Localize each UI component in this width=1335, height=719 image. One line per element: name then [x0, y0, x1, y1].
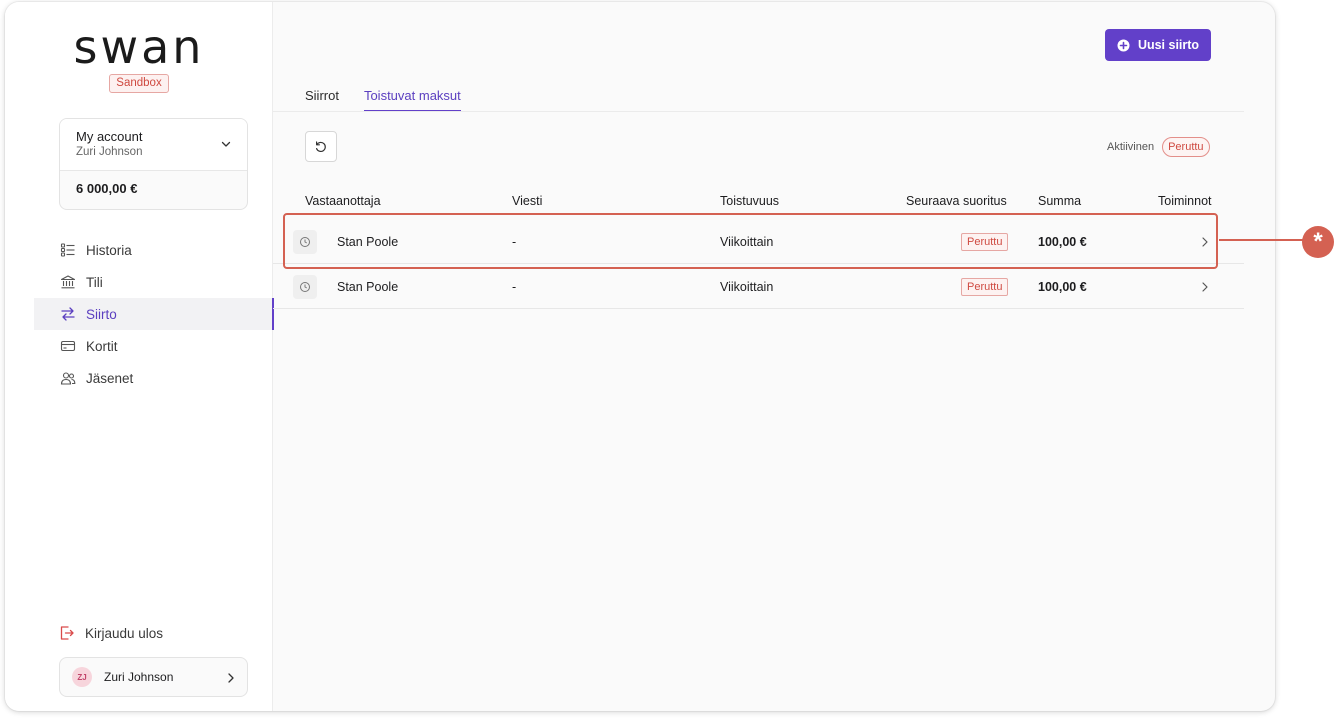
message: - [512, 280, 517, 294]
status-filter: Aktiivinen Peruttu [1099, 137, 1210, 157]
row-icon [293, 265, 317, 309]
sidebar-item-label: Tili [86, 274, 103, 290]
sidebar-item-tili[interactable]: Tili [34, 266, 273, 298]
sidebar-item-label: Kortit [86, 338, 118, 354]
recipient: Stan Poole [337, 235, 399, 249]
sandbox-badge: Sandbox [109, 74, 169, 93]
recipient: Stan Poole [337, 280, 399, 294]
members-icon [60, 370, 76, 386]
column-header-actions: Toiminnot [1158, 194, 1212, 208]
account-selector[interactable]: My account Zuri Johnson [60, 119, 247, 171]
chevron-right-icon[interactable] [1201, 281, 1209, 293]
status-badge: Peruttu [961, 233, 1009, 251]
clock-icon [293, 230, 317, 254]
row-action[interactable] [1201, 265, 1209, 309]
row-action[interactable] [1201, 220, 1209, 264]
column-header-frequency: Toistuvuus [720, 194, 780, 208]
plus-circle-icon [1117, 39, 1130, 52]
account-switcher[interactable]: My account Zuri Johnson 6 000,00 € [59, 118, 248, 210]
sidebar: swan Sandbox My account Zuri Johnson 6 0… [5, 2, 274, 711]
refresh-button[interactable] [305, 131, 337, 162]
frequency: Viikoittain [720, 235, 774, 249]
account-holder: Zuri Johnson [76, 146, 143, 158]
filter-active[interactable]: Aktiivinen [1101, 137, 1160, 157]
user-name: Zuri Johnson [104, 670, 174, 684]
table-header: Vastaanottaja Viesti Toistuvuus Seuraava… [273, 194, 1244, 214]
tab-toistuvat-maksut[interactable]: Toistuvat maksut [363, 88, 461, 112]
user-profile-button[interactable]: ZJ Zuri Johnson [59, 657, 248, 697]
frequency: Viikoittain [720, 280, 774, 294]
logout-icon [59, 625, 75, 641]
column-header-recipient: Vastaanottaja [305, 194, 381, 208]
main-nav: Historia Tili Siirto Kortit Jäsenet [34, 234, 274, 394]
sidebar-item-label: Historia [86, 242, 132, 258]
avatar: ZJ [72, 667, 92, 687]
brand: swan Sandbox [5, 24, 273, 93]
sidebar-item-label: Siirto [86, 306, 117, 322]
new-transfer-button[interactable]: Uusi siirto [1105, 29, 1211, 61]
bank-icon [60, 274, 76, 290]
tab-siirrot[interactable]: Siirrot [305, 88, 339, 112]
logout-button[interactable]: Kirjaudu ulos [59, 622, 163, 644]
transfer-arrows-icon [60, 306, 76, 322]
chevron-right-icon [228, 673, 234, 683]
column-header-amount: Summa [1038, 194, 1082, 208]
column-header-message: Viesti [512, 194, 543, 208]
next-execution: Peruttu [961, 220, 1009, 264]
row-icon [293, 220, 317, 264]
sidebar-item-label: Jäsenet [86, 370, 134, 386]
amount: 100,00 € [1038, 280, 1087, 294]
logout-label: Kirjaudu ulos [85, 625, 164, 641]
table-row[interactable]: Stan Poole - Viikoittain Peruttu 100,00 … [273, 265, 1244, 309]
amount: 100,00 € [1038, 235, 1087, 249]
list-icon [60, 242, 76, 258]
annotation-marker: * [1302, 226, 1334, 258]
chevron-down-icon[interactable] [221, 139, 231, 149]
sidebar-item-jasenet[interactable]: Jäsenet [34, 362, 273, 394]
main-content: Uusi siirto Siirrot Toistuvat maksut Akt… [273, 2, 1275, 711]
account-name: My account [76, 129, 143, 144]
account-balance: 6 000,00 € [76, 181, 138, 196]
refresh-icon [316, 140, 326, 152]
next-execution: Peruttu [961, 265, 1009, 309]
sidebar-item-siirto[interactable]: Siirto [34, 298, 274, 330]
filter-cancelled[interactable]: Peruttu [1162, 137, 1210, 157]
message: - [512, 235, 517, 249]
swan-logo[interactable]: swan [5, 24, 273, 70]
sidebar-item-kortit[interactable]: Kortit [34, 330, 273, 362]
column-header-next-execution: Seuraava suoritus [906, 194, 1007, 208]
app-window: swan Sandbox My account Zuri Johnson 6 0… [5, 2, 1275, 711]
tab-bar: Siirrot Toistuvat maksut [305, 88, 486, 112]
status-badge: Peruttu [961, 278, 1009, 296]
chevron-right-icon[interactable] [1201, 236, 1209, 248]
annotation-line [1219, 239, 1304, 241]
sidebar-item-historia[interactable]: Historia [34, 234, 273, 266]
card-icon [60, 338, 76, 354]
tabs-divider [273, 111, 1244, 112]
clock-icon [293, 275, 317, 299]
table-row[interactable]: Stan Poole - Viikoittain Peruttu 100,00 … [273, 220, 1244, 264]
new-transfer-label: Uusi siirto [1137, 38, 1200, 52]
